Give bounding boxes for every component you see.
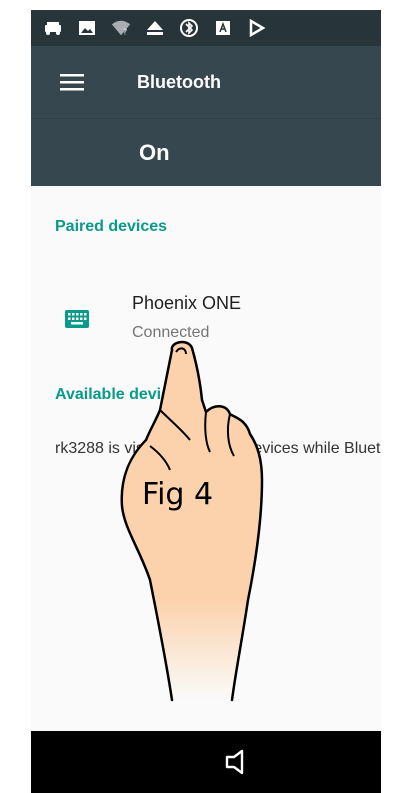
navigation-bar [31,731,381,793]
image-icon [77,18,97,38]
available-devices-header: Available devices [55,386,188,403]
device-status: Connected [132,324,210,341]
toggle-state-label: On [139,139,170,165]
eject-icon [145,18,165,38]
app-bar: Bluetooth [31,46,381,118]
menu-button[interactable] [57,67,87,97]
bluetooth-badge-icon [179,18,199,38]
bluetooth-toggle-bar[interactable]: On [31,118,381,186]
visibility-message: rk3288 is visible to nearby devices whil… [55,440,381,457]
device-name: Phoenix ONE [132,293,242,313]
paired-device-row[interactable]: Phoenix ONE Connected [31,290,381,360]
phone-screen: ? Bluetooth On Paired devices Phoenix ON… [31,10,381,793]
page-title: Bluetooth [137,71,221,92]
paired-devices-header: Paired devices [55,218,168,235]
wifi-icon: ? [111,18,131,38]
play-store-icon [247,18,267,38]
car-icon [43,18,63,38]
volume-button[interactable] [221,747,251,777]
device-list: Paired devices Phoenix ONE Connected Ava… [31,186,381,731]
font-icon [213,18,233,38]
keyboard-icon [65,310,89,328]
figure-label: Fig 4 [142,477,214,512]
status-bar: ? [31,10,381,46]
speaker-icon [225,749,244,775]
svg-text:?: ? [123,26,127,36]
hamburger-icon [60,74,84,91]
